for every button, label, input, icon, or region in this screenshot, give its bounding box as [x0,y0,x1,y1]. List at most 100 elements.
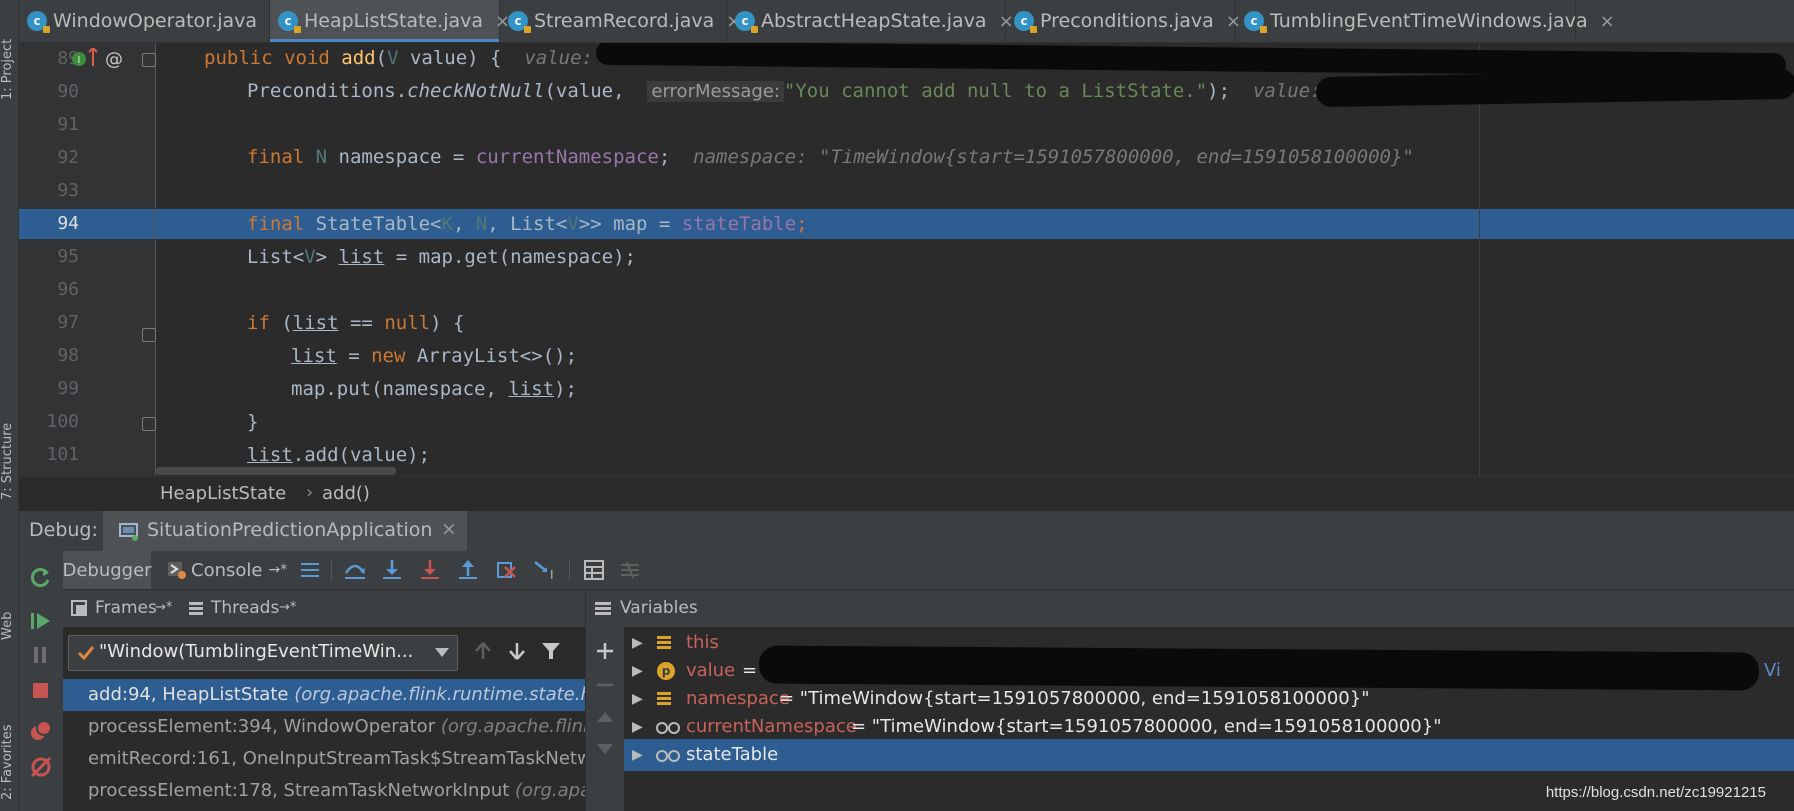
frame-package: (org.apache.flink.str [440,716,585,737]
fold-toggle-icon[interactable] [142,53,156,67]
line-number: 90 [57,81,79,102]
thread-selector[interactable]: "Window(TumblingEventTimeWin... [68,635,458,671]
evaluate-expression-icon[interactable] [583,559,605,581]
tab-console[interactable]: Console →* [167,555,287,585]
frames-icon [71,600,87,616]
frames-panel-header: Frames →* Threads →* [63,590,585,628]
structure-tool-button[interactable]: 7: Structure [0,400,18,500]
code-line-94: final StateTable<K, N, List<V>> map = st… [247,213,808,235]
web-tool-button[interactable]: Web [0,590,18,640]
tab-frames[interactable]: Frames [95,598,157,618]
watch-icon [656,750,680,762]
java-class-icon: c [735,11,758,33]
tab-debug-session[interactable]: SituationPredictionApplication × [103,511,467,551]
code-line-100: } [247,411,259,433]
fields-icon [657,636,671,649]
toolbar-divider [331,559,332,581]
run-to-cursor-icon[interactable]: I [533,559,557,581]
horizontal-scrollbar[interactable] [156,467,396,475]
show-execution-point-icon[interactable] [299,559,321,581]
param-icon: p [657,662,675,680]
tab-label: StreamRecord.java [534,10,715,32]
override-marker-icon[interactable]: I @ [69,48,129,72]
frame-method: processElement:394, WindowOperator [88,716,441,737]
svg-text:I: I [550,568,554,581]
trace-current-stream-chain-icon[interactable] [619,559,641,581]
tab-tumbling-event-time-windows[interactable]: c TumblingEventTimeWindows.java × [1236,0,1615,42]
stack-frame[interactable]: processElement:394, WindowOperator (org.… [63,711,585,743]
tab-threads[interactable]: Threads [211,598,279,618]
rerun-icon[interactable] [29,565,53,589]
filter-icon[interactable] [541,641,561,661]
stack-frame[interactable]: processElement:178, StreamTaskNetworkInp… [63,775,585,807]
favorites-tool-button[interactable]: 2: Favorites [0,690,18,800]
java-class-icon: c [508,11,531,33]
remove-watch-icon[interactable] [595,675,615,695]
resume-icon[interactable] [29,609,53,633]
code-line-98: list = new ArrayList<>(); [291,345,578,367]
java-class-icon: c [1244,11,1267,33]
tab-label: Debugger [62,559,152,581]
tab-heap-list-state[interactable]: c HeapListState.java × [270,0,510,42]
stack-frame[interactable]: add:94, HeapListState (org.apache.flink.… [63,679,585,711]
java-class-icon: c [27,11,50,33]
previous-frame-icon[interactable] [473,641,493,661]
pin-icon[interactable]: →* [268,562,287,578]
frames-panel: "Window(TumblingEventTimeWin... add:94, … [63,627,585,811]
fields-icon [657,692,671,705]
watermark: https://blog.csdn.net/zc19921215 [1545,784,1766,801]
svg-text:p: p [662,664,671,678]
svg-text:@: @ [105,49,123,70]
add-watch-icon[interactable] [595,641,615,661]
line-numbers: 89 90 91 92 93 94 95 96 97 98 99 100 101… [19,43,156,476]
project-tool-button[interactable]: 1: Project [0,0,18,100]
stop-icon[interactable] [29,679,53,703]
force-step-into-icon[interactable] [419,559,441,581]
line-number: 99 [57,378,79,399]
tab-label: WindowOperator.java [53,10,258,32]
view-breakpoints-icon[interactable] [29,719,53,743]
breadcrumb-class[interactable]: HeapListState [160,483,286,504]
close-icon[interactable]: × [1600,11,1615,32]
pause-icon[interactable] [29,643,53,667]
move-down-icon[interactable] [595,739,615,759]
variable-row-state-table[interactable]: ▶ stateTable [624,739,1794,771]
watch-icon [656,722,680,734]
line-number: 93 [57,180,79,201]
tab-stream-record[interactable]: c StreamRecord.java × [500,0,741,42]
debug-tool-window-header: Debug: SituationPredictionApplication × [19,510,1794,551]
move-up-icon[interactable] [595,707,615,727]
line-number: 97 [57,312,79,333]
check-icon [77,646,95,661]
tab-preconditions[interactable]: c Preconditions.java × [1006,0,1241,42]
fold-toggle-icon[interactable] [142,417,156,431]
pin-icon[interactable]: →* [155,600,172,615]
step-out-icon[interactable] [457,559,479,581]
expand-arrow-icon[interactable]: ▶ [632,739,643,771]
stack-frame[interactable]: emitRecord:161, OneInputStreamTask$Strea… [63,743,585,775]
fold-toggle-icon[interactable] [142,328,156,342]
next-frame-icon[interactable] [507,641,527,661]
tab-abstract-heap-state[interactable]: c AbstractHeapState.java × [727,0,1014,42]
step-into-icon[interactable] [381,559,403,581]
drop-frame-icon[interactable] [495,559,517,581]
close-icon[interactable]: × [441,518,457,540]
variables-title: Variables [620,598,698,618]
mute-breakpoints-icon[interactable] [29,755,53,779]
line-number-current: 94 [57,213,79,234]
step-over-icon[interactable] [343,559,367,581]
variable-name: stateTable [686,744,779,765]
variables-icon [595,602,611,615]
frame-package: (org.apach [515,780,585,801]
breadcrumb-method[interactable]: add() [322,483,370,504]
redaction-scribble [758,645,1760,691]
pin-icon[interactable]: →* [279,600,296,615]
debug-label: Debug: [29,519,98,541]
code-editor[interactable]: public void add(V value) { value: " Prec… [156,43,1794,476]
tab-label: TumblingEventTimeWindows.java [1270,10,1588,32]
tab-window-operator[interactable]: cWindowOperator.java× [19,0,284,42]
variables-side-toolbar [585,627,625,811]
tab-debugger[interactable]: Debugger [62,551,152,589]
application-icon [119,523,138,541]
svg-text:I: I [78,55,81,66]
